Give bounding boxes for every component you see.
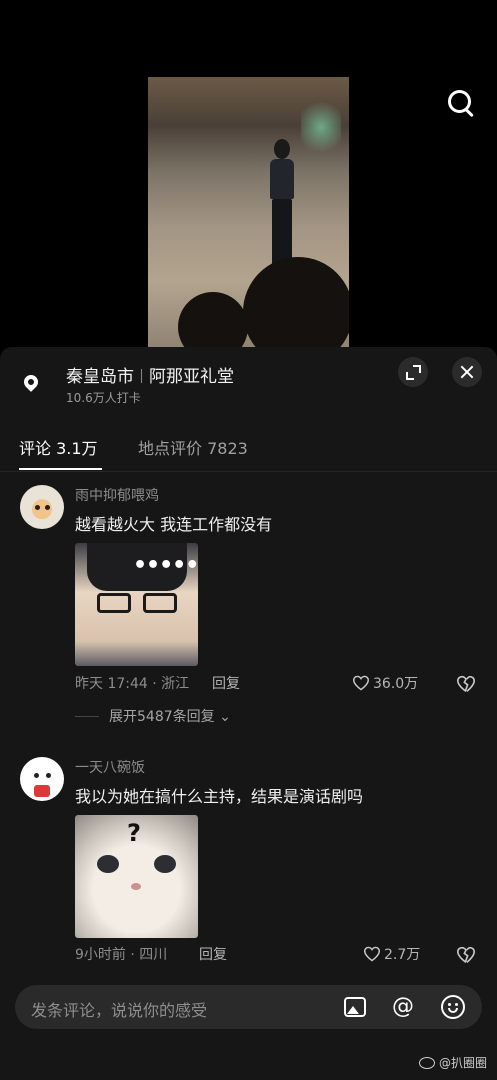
tab-bar: 评论 3.1万 地点评价 7823	[0, 427, 497, 472]
location-header[interactable]: 秦皇岛市 阿那亚礼堂 10.6万人打卡	[0, 347, 497, 417]
dislike-icon[interactable]	[456, 675, 476, 693]
comment-item: 雨中抑郁喂鸡 越看越火大 我连工作都没有 •••••• 昨天 17:44 · 浙…	[0, 485, 497, 735]
comment-meta: 昨天 17:44 · 浙江	[75, 676, 190, 692]
dislike-icon[interactable]	[456, 946, 476, 964]
comment-username[interactable]: 雨中抑郁喂鸡	[75, 485, 159, 505]
comment-item: 一天八碗饭 我以为她在搞什么主持，结果是演话剧吗 ? 9小时前 · 四川 回复 …	[0, 757, 497, 967]
chevron-down-icon: ⌄	[214, 709, 231, 725]
reply-button[interactable]: 回复	[199, 944, 227, 964]
location-place: 阿那亚礼堂	[149, 367, 234, 387]
location-title[interactable]: 秦皇岛市 阿那亚礼堂	[66, 362, 234, 387]
search-icon[interactable]	[446, 88, 478, 120]
video-frame[interactable]	[148, 77, 349, 350]
image-overlay-text: ?	[127, 819, 141, 847]
close-icon[interactable]	[452, 357, 482, 387]
image-overlay-text: ••••••	[133, 553, 198, 578]
emoji-icon[interactable]	[439, 993, 467, 1021]
avatar[interactable]	[20, 485, 64, 529]
comment-sheet: 秦皇岛市 阿那亚礼堂 10.6万人打卡 评论 3.1万 地点评价 7823 雨中抑…	[0, 347, 497, 1080]
like-count: 2.7万	[384, 947, 421, 963]
comment-text: 越看越火大 我连工作都没有	[75, 515, 273, 534]
like-button[interactable]: 2.7万	[363, 944, 420, 964]
stage-light	[301, 97, 341, 157]
comment-meta: 9小时前 · 四川	[75, 947, 168, 963]
expand-icon[interactable]	[398, 357, 428, 387]
image-icon[interactable]	[341, 993, 369, 1021]
audience-head	[178, 292, 248, 350]
comment-input[interactable]: 发条评论，说说你的感受 @	[15, 985, 482, 1029]
comment-image[interactable]: ••••••	[75, 543, 198, 666]
comment-input-placeholder: 发条评论，说说你的感受	[31, 1001, 208, 1020]
expand-replies-label: 展开5487条回复	[109, 709, 215, 725]
heart-icon	[352, 675, 370, 691]
reply-button[interactable]: 回复	[212, 673, 240, 693]
expand-replies[interactable]: 展开5487条回复 ⌄	[75, 706, 231, 726]
at-icon[interactable]: @	[389, 993, 417, 1021]
video-player[interactable]	[0, 0, 497, 350]
checkin-count: 10.6万人打卡	[66, 391, 141, 405]
comment-text: 我以为她在搞什么主持，结果是演话剧吗	[75, 787, 364, 806]
watermark: @扒圈圈	[418, 1054, 487, 1071]
avatar[interactable]	[20, 757, 64, 801]
like-button[interactable]: 36.0万	[352, 673, 418, 693]
audience-head	[243, 257, 349, 350]
watermark-text: @扒圈圈	[438, 1056, 487, 1070]
like-count: 36.0万	[373, 676, 419, 692]
tab-comments[interactable]: 评论 3.1万	[19, 435, 102, 470]
location-city: 秦皇岛市	[66, 367, 134, 387]
comment-username[interactable]: 一天八碗饭	[75, 757, 145, 777]
location-pin-icon	[21, 372, 41, 392]
tab-place-reviews[interactable]: 地点评价 7823	[138, 435, 248, 459]
heart-icon	[363, 946, 381, 962]
comment-image[interactable]: ?	[75, 815, 198, 938]
